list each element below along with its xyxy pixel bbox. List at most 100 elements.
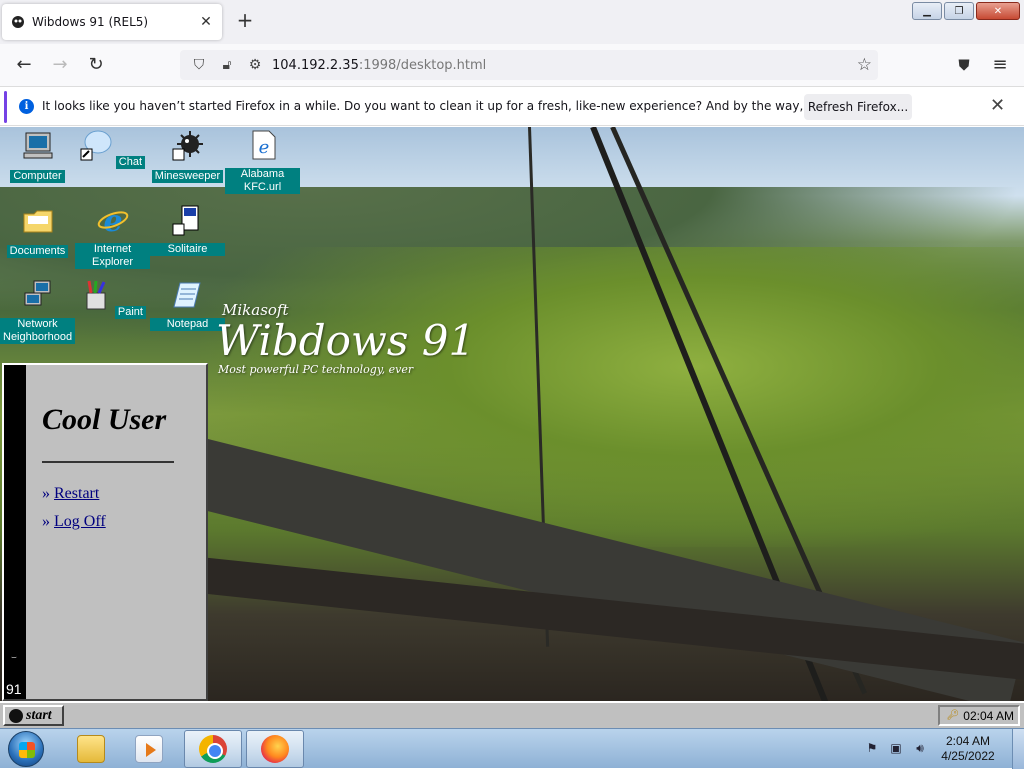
wibdows-favicon-icon: [12, 16, 24, 28]
url-bar[interactable]: ⛉ 🔓︎ ⚙︎ 104.192.2.35:1998/desktop.html ☆: [180, 50, 878, 80]
start-menu-side-banner: ⌣ 91: [4, 365, 26, 699]
refresh-notification-bar: i It looks like you haven’t started Fire…: [0, 86, 1024, 126]
notification-accent: [4, 91, 7, 123]
desktop-icon-paint[interactable]: Paint: [75, 277, 150, 319]
show-desktop-button[interactable]: [1012, 729, 1024, 769]
desktop-icon-minesweeper[interactable]: Minesweeper: [150, 127, 225, 183]
refresh-firefox-button[interactable]: Refresh Firefox...: [804, 94, 912, 120]
key-icon: 🔑︎: [946, 710, 960, 721]
desktop-icon-chat[interactable]: Chat: [75, 127, 150, 169]
maximize-button[interactable]: ❐: [944, 2, 974, 20]
close-window-button[interactable]: ✕: [976, 2, 1020, 20]
desktop-icon-label: Internet Explorer: [75, 243, 150, 269]
side-banner-number: 91: [6, 681, 22, 697]
taskbar-explorer[interactable]: [62, 730, 120, 768]
link-arrow: »: [42, 485, 50, 502]
desktop-icon-label: Computer: [10, 170, 65, 183]
network-icon: [24, 280, 50, 306]
taskbar-chrome[interactable]: [184, 730, 242, 768]
url-path: :1998/desktop.html: [358, 57, 487, 73]
wibdows-system-tray: 🔑︎ 02:04 AM: [938, 705, 1020, 726]
restart-link[interactable]: » Restart: [42, 485, 99, 503]
file-explorer-icon: [77, 735, 105, 763]
permissions-icon[interactable]: ⚙︎: [244, 55, 266, 75]
desktop-icon-label: Alabama KFC.url: [225, 168, 300, 194]
wibdows-taskbar: start 🔑︎ 02:04 AM: [0, 701, 1024, 728]
media-player-icon: [135, 735, 163, 763]
link-arrow: »: [42, 513, 50, 530]
tab-close-icon[interactable]: ✕: [198, 14, 214, 30]
start-menu: ⌣ 91 Cool User » Restart » Log Off: [2, 363, 208, 701]
url-host: 104.192.2.35: [272, 57, 359, 73]
forward-arrow-icon[interactable]: →: [48, 54, 72, 76]
folder-icon: [23, 210, 52, 233]
log-off-link[interactable]: » Log Off: [42, 513, 106, 531]
log-off-link-label[interactable]: Log Off: [54, 513, 106, 530]
tab-title: Wibdows 91 (REL5): [32, 15, 149, 29]
action-center-flag-icon[interactable]: ⚑: [864, 741, 880, 757]
notepad-icon: [172, 282, 201, 308]
chrome-icon: [199, 735, 227, 763]
paint-icon: [86, 280, 106, 310]
restart-link-label[interactable]: Restart: [54, 485, 99, 502]
internet-shortcut-icon: e: [252, 130, 275, 160]
computer-icon: [23, 132, 52, 159]
desktop-icon-label: Solitaire: [150, 243, 225, 256]
side-banner-glyph: ⌣: [11, 653, 17, 663]
desktop-icon-label: Chat: [115, 156, 146, 169]
minesweeper-icon: [172, 131, 203, 161]
insecure-lock-icon[interactable]: 🔓︎: [216, 55, 238, 75]
desktop-icon-label: Paint: [114, 306, 146, 319]
desktop-icon-computer[interactable]: Computer: [0, 127, 75, 183]
bookmark-star-icon[interactable]: ☆: [857, 55, 872, 75]
navigation-toolbar: ← → ↻ ⛉ 🔓︎ ⚙︎ 104.192.2.35:1998/desktop.…: [0, 44, 1024, 86]
solitaire-icon: [172, 205, 198, 236]
window-controls: ▁ ❐ ✕: [912, 2, 1020, 20]
wibdows-start-button[interactable]: start: [3, 705, 64, 726]
desktop-icon-alabama-kfc[interactable]: e Alabama KFC.url: [225, 127, 300, 194]
windows-flag-icon: [19, 742, 35, 758]
wibdows-clock: 02:04 AM: [963, 708, 1014, 723]
wibdows-logo-icon: [9, 708, 23, 723]
start-menu-divider: [42, 461, 174, 463]
internet-explorer-icon: e: [97, 204, 128, 239]
windows7-date: 4/25/2022: [941, 749, 995, 763]
taskbar-firefox[interactable]: [246, 730, 304, 768]
desktop-icon-solitaire[interactable]: Solitaire: [150, 202, 225, 256]
windows-start-orb-icon[interactable]: [8, 731, 44, 767]
volume-icon[interactable]: 🔊︎: [912, 741, 928, 757]
reload-icon[interactable]: ↻: [84, 54, 108, 76]
notification-message: It looks like you haven’t started Firefo…: [42, 99, 898, 113]
tracking-shield-icon[interactable]: ⛉: [188, 55, 210, 75]
start-menu-username: Cool User: [42, 403, 167, 436]
desktop-icon-label: Notepad: [150, 318, 225, 331]
svg-text:e: e: [103, 204, 122, 236]
hamburger-menu-icon[interactable]: ≡: [988, 54, 1012, 76]
windows7-system-tray: ⚑ ▣ 🔊︎ 2:04 AM 4/25/2022: [864, 729, 1024, 769]
desktop-icon-label: Minesweeper: [151, 170, 224, 183]
desktop-icon-label: Network Neighborhood: [0, 318, 75, 344]
svg-text:e: e: [258, 137, 269, 158]
wibdows-brand: Mikasoft Wibdows 91 Most powerful PC tec…: [216, 301, 475, 376]
taskbar-media-player[interactable]: [120, 730, 178, 768]
windows7-time: 2:04 AM: [945, 734, 991, 748]
browser-tab[interactable]: Wibdows 91 (REL5) ✕: [2, 4, 222, 40]
desktop-icon-documents[interactable]: Documents: [0, 202, 75, 258]
notification-close-icon[interactable]: ✕: [990, 95, 1005, 116]
brand-product-name: Wibdows 91: [216, 316, 476, 365]
desktop-icon-internet-explorer[interactable]: e Internet Explorer: [75, 202, 150, 269]
info-icon: i: [19, 99, 34, 114]
desktop-icon-label: Documents: [6, 245, 69, 258]
start-button-label: start: [26, 707, 52, 723]
new-tab-button[interactable]: +: [234, 10, 256, 32]
firefox-icon: [261, 735, 289, 763]
windows7-taskbar: ⚑ ▣ 🔊︎ 2:04 AM 4/25/2022: [0, 728, 1024, 769]
pocket-icon[interactable]: ⛊: [952, 54, 976, 76]
desktop-icon-notepad[interactable]: Notepad: [150, 277, 225, 331]
windows7-clock[interactable]: 2:04 AM 4/25/2022: [936, 734, 1000, 764]
network-status-icon[interactable]: ▣: [888, 741, 904, 757]
chat-bubble-icon: [80, 130, 112, 161]
desktop-icon-network-neighborhood[interactable]: Network Neighborhood: [0, 277, 75, 344]
minimize-button[interactable]: ▁: [912, 2, 942, 20]
back-arrow-icon[interactable]: ←: [12, 54, 36, 76]
